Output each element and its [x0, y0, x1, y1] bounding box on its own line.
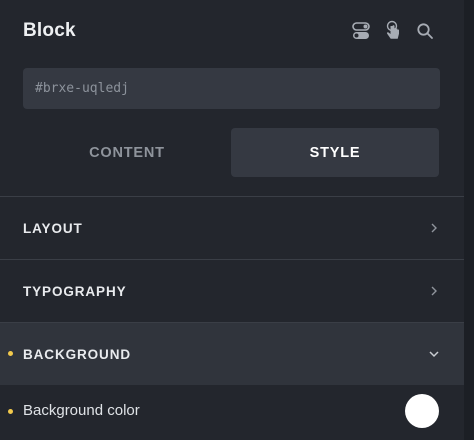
toggle-icon[interactable]: [350, 20, 372, 42]
search-icon[interactable]: [414, 20, 436, 42]
background-color-label: Background color: [23, 402, 140, 419]
section-layout[interactable]: LAYOUT: [0, 197, 464, 259]
tab-content[interactable]: CONTENT: [23, 128, 231, 177]
chevron-right-icon: [431, 286, 437, 296]
background-color-row: Background color: [0, 384, 464, 440]
css-id-input[interactable]: [23, 68, 440, 109]
chevron-down-icon: [429, 351, 439, 358]
section-label: LAYOUT: [23, 220, 83, 236]
pointer-hand-icon[interactable]: [382, 20, 404, 42]
panel-title: Block: [23, 20, 76, 41]
background-color-swatch[interactable]: [405, 394, 439, 428]
section-background[interactable]: BACKGROUND: [0, 323, 464, 385]
section-typography[interactable]: TYPOGRAPHY: [0, 260, 464, 322]
modified-indicator-dot: [8, 409, 13, 414]
tab-style[interactable]: STYLE: [231, 128, 439, 177]
chevron-right-icon: [431, 223, 437, 233]
section-label: TYPOGRAPHY: [23, 283, 127, 299]
panel-header: Block: [0, 0, 464, 62]
modified-indicator-dot: [8, 351, 13, 356]
style-panel: Block CONTENT STYLE LAYOUT: [0, 0, 474, 440]
section-label: BACKGROUND: [23, 346, 131, 362]
